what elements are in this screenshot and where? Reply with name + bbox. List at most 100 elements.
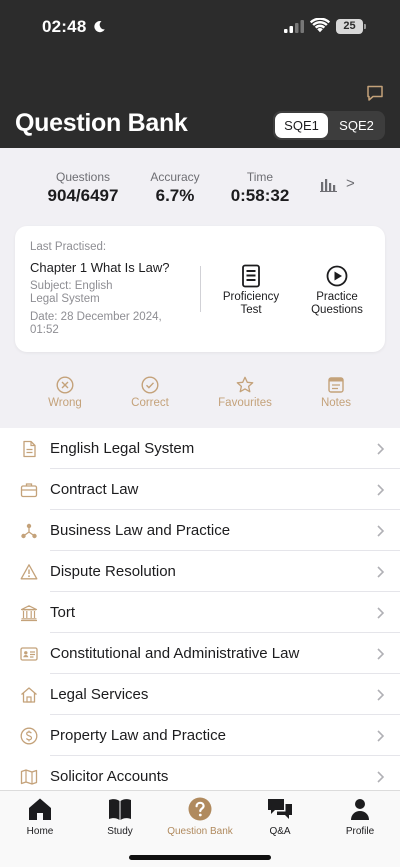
card-divider bbox=[200, 266, 201, 312]
stats-more-arrow[interactable]: > bbox=[346, 175, 355, 192]
x-circle-icon bbox=[56, 376, 74, 394]
question-circle-icon bbox=[188, 797, 212, 821]
notes-label: Notes bbox=[320, 397, 352, 409]
stat-accuracy: Accuracy 6.7% bbox=[142, 170, 208, 206]
segment-sqe2[interactable]: SQE2 bbox=[330, 113, 383, 138]
subject-list: English Legal System Contract Law Busine… bbox=[0, 428, 400, 790]
last-practised-subject: Subject: English Legal System bbox=[30, 280, 113, 305]
last-practised-chapter[interactable]: Chapter 1 What Is Law? bbox=[30, 260, 169, 275]
chevron-right-icon bbox=[377, 730, 385, 742]
tab-question-bank[interactable]: Question Bank bbox=[160, 796, 240, 837]
stat-questions-value: 904/6497 bbox=[47, 186, 119, 205]
person-icon bbox=[351, 799, 369, 820]
notes-button[interactable]: Notes bbox=[301, 376, 371, 409]
battery-icon: 25 bbox=[336, 19, 366, 34]
stat-accuracy-value: 6.7% bbox=[155, 186, 195, 205]
signal-icon bbox=[284, 20, 304, 33]
status-time: 02:48 bbox=[42, 17, 87, 36]
wrong-label: Wrong bbox=[48, 397, 82, 409]
feedback-chat-icon[interactable] bbox=[366, 84, 384, 102]
battery-tip bbox=[364, 24, 366, 29]
subject-row-legal-services[interactable]: Legal Services bbox=[0, 674, 400, 715]
chevron-right-icon bbox=[377, 525, 385, 537]
courthouse-icon bbox=[20, 605, 38, 622]
favourites-button[interactable]: Favourites bbox=[210, 376, 280, 409]
practice-questions-label: Practice Questions bbox=[311, 291, 363, 316]
subject-row-property-law[interactable]: Property Law and Practice bbox=[0, 715, 400, 756]
house-icon bbox=[21, 687, 37, 703]
subject-label: English Legal System bbox=[50, 440, 195, 457]
practice-questions-button[interactable]: Practice Questions bbox=[297, 264, 377, 317]
chevron-right-icon bbox=[377, 689, 385, 701]
proficiency-test-button[interactable]: Proficiency Test bbox=[211, 264, 291, 317]
id-card-icon bbox=[20, 647, 38, 661]
subject-row-business-law[interactable]: Business Law and Practice bbox=[0, 510, 400, 551]
notes-icon bbox=[328, 377, 344, 393]
tab-home[interactable]: Home bbox=[0, 796, 80, 837]
subject-row-constitutional-law[interactable]: Constitutional and Administrative Law bbox=[0, 633, 400, 674]
last-practised-card: Last Practised: Chapter 1 What Is Law? S… bbox=[15, 226, 385, 352]
tab-profile-label: Profile bbox=[345, 826, 375, 837]
bar-chart-icon[interactable] bbox=[320, 178, 338, 192]
dollar-coin-icon bbox=[20, 727, 38, 745]
subject-label: Dispute Resolution bbox=[50, 563, 176, 580]
stat-time-label: Time bbox=[246, 170, 274, 184]
proficiency-test-label: Proficiency Test bbox=[222, 291, 280, 316]
play-circle-icon bbox=[326, 265, 348, 287]
status-bar: 02:48 25 bbox=[0, 0, 400, 52]
segment-sqe1[interactable]: SQE1 bbox=[275, 113, 328, 138]
subject-row-contract-law[interactable]: Contract Law bbox=[0, 469, 400, 510]
subject-row-tort[interactable]: Tort bbox=[0, 592, 400, 633]
page-title: Question Bank bbox=[15, 109, 188, 137]
check-circle-icon bbox=[141, 376, 159, 394]
stat-questions: Questions 904/6497 bbox=[40, 170, 126, 206]
stat-questions-label: Questions bbox=[55, 170, 111, 184]
tab-study[interactable]: Study bbox=[80, 796, 160, 837]
exam-segment-control: SQE1 SQE2 bbox=[273, 111, 385, 140]
subject-label: Tort bbox=[50, 604, 76, 621]
favourites-label: Favourites bbox=[218, 397, 272, 409]
stats-panel: Questions 904/6497 Accuracy 6.7% Time 0:… bbox=[0, 148, 400, 222]
map-icon bbox=[20, 769, 38, 785]
subject-row-dispute-resolution[interactable]: Dispute Resolution bbox=[0, 551, 400, 592]
tab-qa-label: Q&A bbox=[269, 826, 291, 837]
battery-level: 25 bbox=[336, 19, 363, 34]
correct-button[interactable]: Correct bbox=[115, 376, 185, 409]
chevron-right-icon bbox=[377, 607, 385, 619]
stat-time-value: 0:58:32 bbox=[230, 186, 290, 205]
subject-row-english-legal-system[interactable]: English Legal System bbox=[0, 428, 400, 469]
wrong-button[interactable]: Wrong bbox=[30, 376, 100, 409]
chevron-right-icon bbox=[377, 566, 385, 578]
tab-qa[interactable]: Q&A bbox=[240, 796, 320, 837]
subject-label: Solicitor Accounts bbox=[50, 768, 169, 785]
subject-label: Business Law and Practice bbox=[50, 522, 231, 539]
moon-icon bbox=[94, 20, 105, 33]
test-sheet-icon bbox=[242, 264, 260, 288]
subject-row-solicitor-accounts[interactable]: Solicitor Accounts bbox=[0, 756, 400, 790]
correct-label: Correct bbox=[131, 397, 169, 409]
tab-study-label: Study bbox=[107, 826, 133, 837]
chevron-right-icon bbox=[377, 771, 385, 783]
subject-label: Contract Law bbox=[50, 481, 139, 498]
home-indicator bbox=[129, 855, 271, 860]
book-icon bbox=[109, 799, 131, 820]
header: 02:48 25 Question Bank SQE1 SQE2 bbox=[0, 0, 400, 148]
network-icon bbox=[21, 523, 37, 539]
stat-time: Time 0:58:32 bbox=[222, 170, 298, 206]
document-icon bbox=[23, 440, 36, 458]
last-practised-date: Date: 28 December 2024, 01:52 bbox=[30, 311, 162, 336]
briefcase-icon bbox=[20, 483, 38, 498]
warning-icon bbox=[20, 564, 38, 580]
stat-accuracy-label: Accuracy bbox=[150, 170, 200, 184]
chevron-right-icon bbox=[377, 648, 385, 660]
subject-label: Legal Services bbox=[50, 686, 149, 703]
subject-label: Constitutional and Administrative Law bbox=[50, 645, 300, 662]
chat-bubbles-icon bbox=[268, 799, 292, 819]
star-icon bbox=[236, 376, 254, 393]
chevron-right-icon bbox=[377, 484, 385, 496]
house-icon bbox=[29, 798, 51, 820]
last-practised-label: Last Practised: bbox=[30, 241, 107, 253]
subject-label: Property Law and Practice bbox=[50, 727, 226, 744]
tab-home-label: Home bbox=[26, 826, 54, 837]
tab-profile[interactable]: Profile bbox=[320, 796, 400, 837]
